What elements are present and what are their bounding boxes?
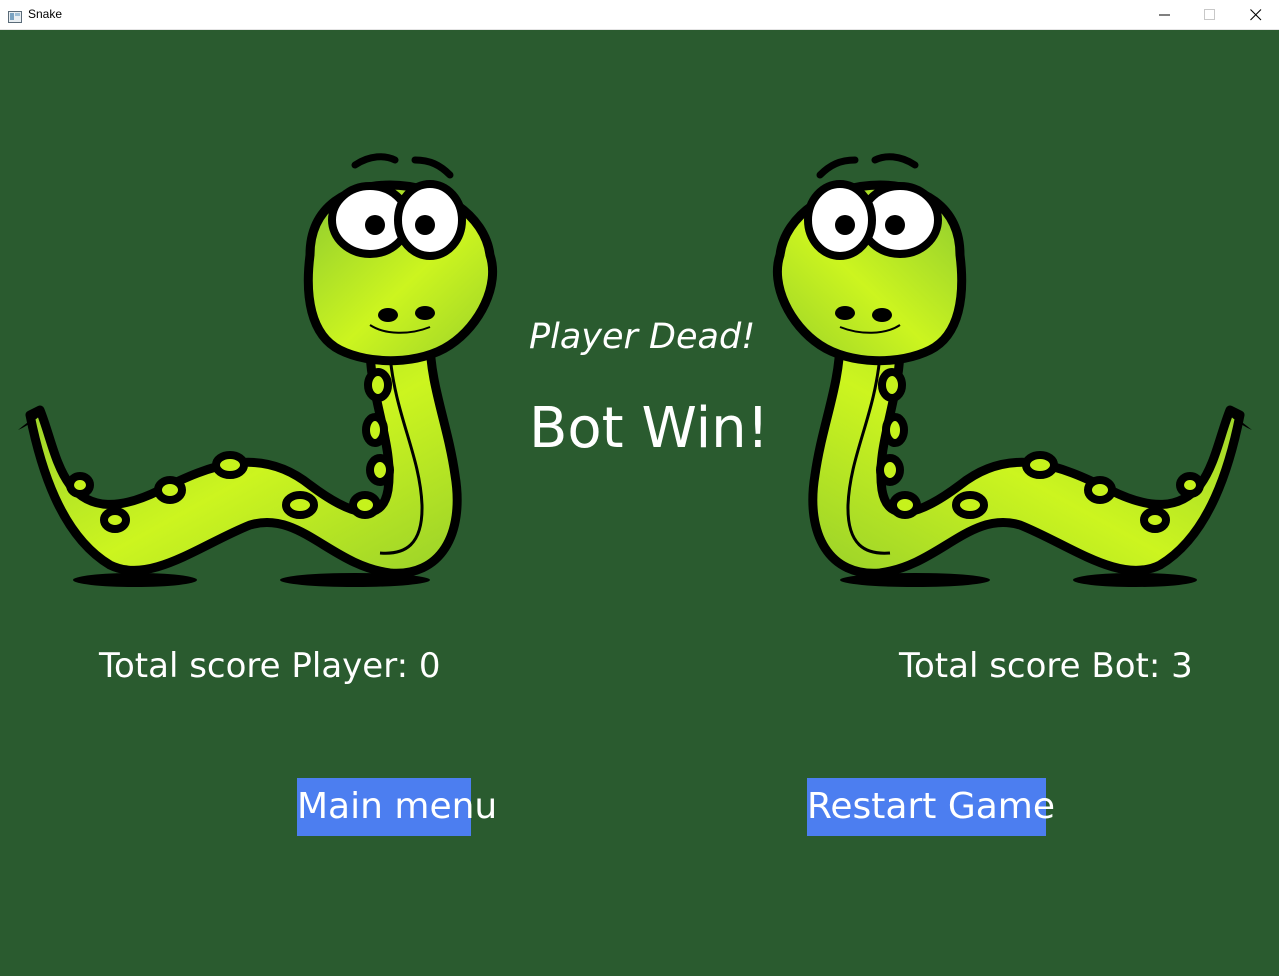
snake-illustration-right: [772, 153, 1252, 587]
close-button[interactable]: [1233, 0, 1279, 30]
game-over-screen: Player Dead! Bot Win! Total score Player…: [0, 30, 1279, 976]
minimize-icon: [1159, 14, 1170, 16]
player-total-score: Total score Player: 0: [99, 646, 441, 686]
window-titlebar: Snake: [0, 0, 1279, 30]
minimize-button[interactable]: [1142, 0, 1188, 30]
window-app-icon: [8, 8, 22, 23]
maximize-icon: [1204, 9, 1215, 20]
window-title: Snake: [28, 7, 63, 21]
maximize-button[interactable]: [1187, 0, 1233, 30]
snake-illustration-left: [18, 153, 498, 587]
bot-total-score: Total score Bot: 3: [899, 646, 1193, 686]
close-icon: [1250, 9, 1262, 21]
winner-text: Bot Win!: [529, 396, 770, 461]
player-dead-text: Player Dead!: [529, 317, 756, 357]
restart-game-button[interactable]: Restart Game: [807, 778, 1055, 836]
main-menu-button[interactable]: Main menu: [297, 778, 497, 836]
